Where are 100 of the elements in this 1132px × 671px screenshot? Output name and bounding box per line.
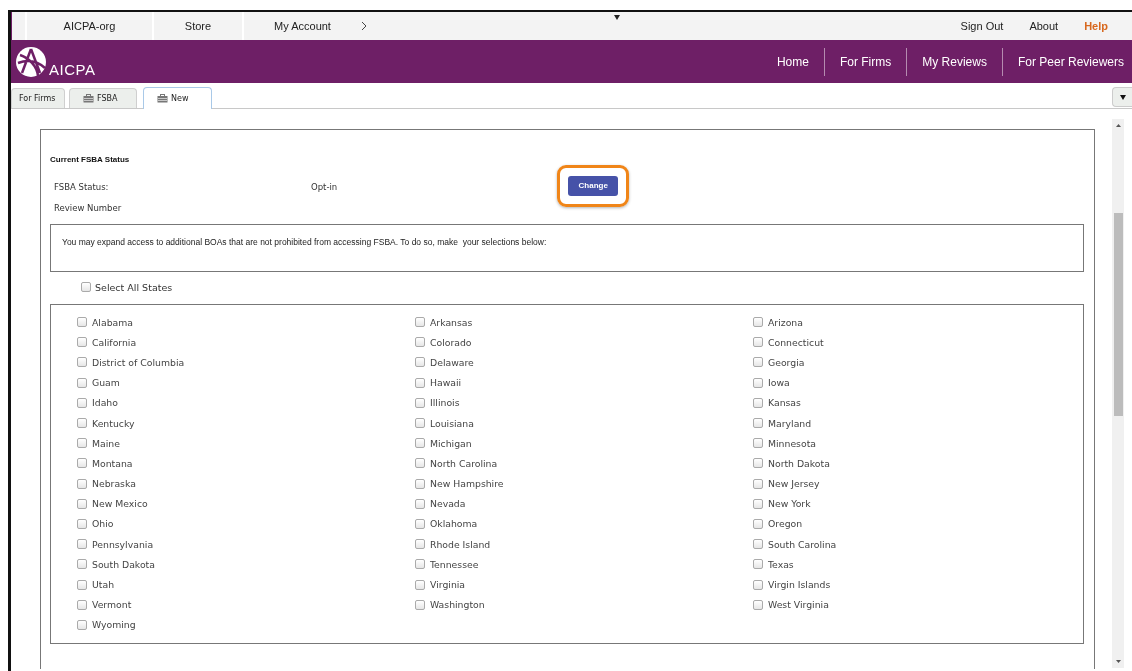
tab[interactable]: FSBA — [69, 88, 137, 108]
checkbox[interactable] — [753, 418, 763, 429]
checkbox[interactable] — [753, 357, 763, 368]
scroll-down-icon[interactable] — [1115, 660, 1121, 663]
checkbox[interactable] — [415, 599, 425, 610]
checkbox[interactable] — [753, 478, 763, 489]
checkbox-label: Nevada — [430, 498, 466, 510]
checkbox[interactable] — [77, 418, 87, 429]
info-text: You may expand access to additional BOAs that are not prohibited from accessing FSBA. To do so, make your selections below: — [50, 224, 1084, 272]
scroll-up-icon[interactable] — [1115, 124, 1121, 127]
checkbox-label: Georgia — [768, 356, 805, 368]
checkbox-label: Idaho — [92, 397, 118, 409]
checkbox-label: Washington — [430, 599, 485, 611]
checkbox-label: Minnesota — [768, 437, 816, 449]
checkbox[interactable] — [77, 539, 87, 550]
checkbox[interactable] — [77, 518, 87, 529]
field-value: Opt-in — [311, 181, 338, 192]
checkbox[interactable] — [77, 619, 87, 630]
checkbox-label: Wyoming — [92, 619, 136, 631]
checkbox[interactable] — [77, 478, 87, 489]
checkbox[interactable] — [753, 337, 763, 348]
checkbox-label: California — [92, 336, 137, 348]
checkbox[interactable] — [415, 498, 425, 509]
checkbox-label: New Jersey — [768, 478, 820, 490]
checkbox-label: Virgin Islands — [768, 579, 831, 591]
checkbox[interactable] — [415, 337, 425, 348]
checkbox[interactable] — [415, 377, 425, 388]
checkbox[interactable] — [753, 498, 763, 509]
checkbox[interactable] — [77, 599, 87, 610]
checkbox-label: Vermont — [92, 599, 132, 611]
checkbox-label: Utah — [92, 579, 115, 591]
checkbox-label: North Carolina — [430, 457, 498, 469]
checkbox[interactable] — [415, 438, 425, 449]
checkbox[interactable] — [415, 418, 425, 429]
checkbox[interactable] — [415, 559, 425, 570]
nav-link[interactable]: Home — [761, 47, 824, 76]
checkbox[interactable] — [753, 458, 763, 469]
checkbox[interactable] — [415, 397, 425, 408]
checkbox-label: Oklahoma — [430, 518, 478, 530]
checkbox-label: Rhode Island — [430, 538, 491, 550]
checkbox[interactable] — [77, 458, 87, 469]
caret-down-icon — [1119, 94, 1126, 100]
checkbox[interactable] — [415, 579, 425, 590]
nav-link[interactable]: For Peer Reviewers — [1001, 47, 1132, 76]
checkbox-label: Michigan — [430, 437, 472, 449]
checkbox[interactable] — [77, 559, 87, 570]
nav-link[interactable]: My Reviews — [906, 47, 1002, 76]
checkbox[interactable] — [753, 539, 763, 550]
checkbox[interactable] — [753, 599, 763, 610]
checkbox[interactable] — [415, 357, 425, 368]
checkbox[interactable] — [77, 579, 87, 590]
checkbox[interactable] — [77, 357, 87, 368]
tab[interactable]: New — [143, 87, 212, 109]
tab[interactable]: For Firms — [11, 88, 65, 108]
checkbox[interactable] — [77, 397, 87, 408]
checkbox-label: Connecticut — [768, 336, 824, 348]
checkbox[interactable] — [753, 518, 763, 529]
checkbox[interactable] — [415, 478, 425, 489]
top-link[interactable]: Store — [184, 20, 212, 32]
account-link[interactable]: About — [1029, 20, 1059, 32]
tab-menu-button[interactable] — [1112, 87, 1132, 107]
checkbox[interactable] — [415, 539, 425, 550]
checkbox[interactable] — [415, 518, 425, 529]
checkbox[interactable] — [77, 438, 87, 449]
top-link[interactable]: AICPA-org — [63, 20, 116, 32]
checkbox[interactable] — [77, 337, 87, 348]
checkbox-label: New Hampshire — [430, 478, 504, 490]
checkbox[interactable] — [753, 438, 763, 449]
checkbox[interactable] — [753, 317, 763, 328]
checkbox[interactable] — [753, 377, 763, 388]
checkbox-label: Oregon — [768, 518, 803, 530]
checkbox-label: Hawaii — [430, 377, 462, 389]
scrollbar-thumb[interactable] — [1113, 213, 1123, 416]
checkbox[interactable] — [77, 498, 87, 509]
nav-link[interactable]: For Firms — [823, 47, 907, 76]
checkbox-label: Tennessee — [430, 558, 479, 570]
checkbox[interactable] — [753, 579, 763, 590]
chevron-right-icon[interactable] — [360, 21, 367, 31]
checkbox-label: Montana — [92, 457, 133, 469]
checkbox-label: Maine — [92, 437, 120, 449]
checkbox-label: Delaware — [430, 356, 474, 368]
checkbox[interactable] — [753, 397, 763, 408]
checkbox[interactable] — [77, 317, 87, 328]
checkbox[interactable] — [81, 282, 91, 292]
checkbox-label: District of Columbia — [92, 356, 185, 368]
checkbox-label: North Dakota — [768, 457, 830, 469]
checkbox[interactable] — [415, 458, 425, 469]
checkbox[interactable] — [753, 559, 763, 570]
account-link[interactable]: Sign Out — [960, 20, 1004, 32]
checkbox[interactable] — [415, 317, 425, 328]
dropdown-icon[interactable] — [614, 15, 620, 20]
change-button[interactable]: Change — [568, 175, 619, 196]
checkbox-label: West Virginia — [768, 599, 829, 611]
checkbox-label: Texas — [768, 558, 794, 570]
top-link[interactable]: My Account — [274, 20, 331, 32]
checkbox-label: New York — [768, 498, 811, 510]
section-heading: Current FSBA Status — [50, 155, 131, 164]
checkbox[interactable] — [77, 377, 87, 388]
checkbox-label: Virginia — [430, 579, 466, 591]
logo-icon — [15, 45, 47, 78]
